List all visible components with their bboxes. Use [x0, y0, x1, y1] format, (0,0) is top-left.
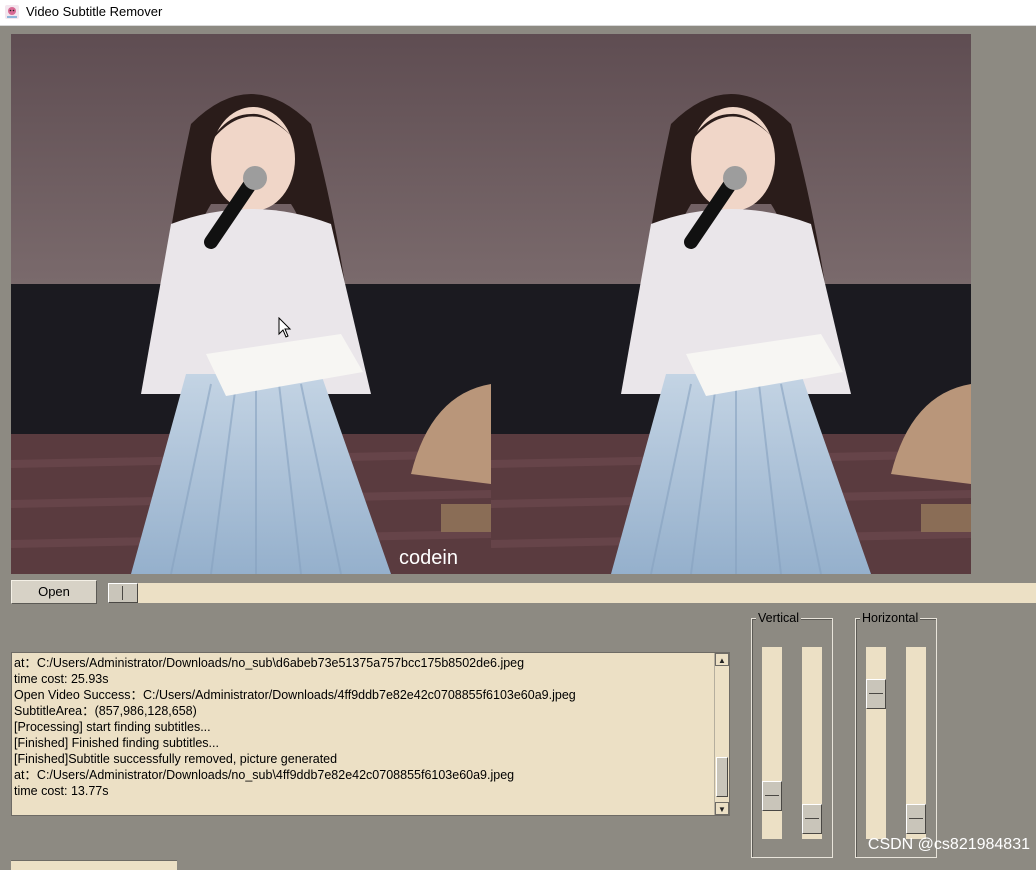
vertical-slider-1-thumb[interactable]	[762, 781, 782, 811]
log-line: [Finished] Finished finding subtitles...	[14, 736, 219, 750]
log-output[interactable]: at：C:/Users/Administrator/Downloads/no_s…	[11, 652, 730, 816]
window-title: Video Subtitle Remover	[26, 4, 163, 19]
horizontal-slider-1[interactable]	[866, 647, 886, 839]
vertical-slider-2[interactable]	[802, 647, 822, 839]
horizontal-group: Horizontal	[855, 611, 937, 858]
title-bar: Video Subtitle Remover	[0, 0, 1036, 26]
horizontal-slider-2-thumb[interactable]	[906, 804, 926, 834]
vertical-group: Vertical	[751, 611, 833, 858]
bottom-panel-edge	[11, 860, 177, 870]
app-icon	[5, 5, 19, 19]
scroll-down-arrow-icon[interactable]: ▼	[715, 802, 729, 815]
log-line: Open Video Success：C:/Users/Administrato…	[14, 688, 576, 702]
vertical-slider-2-thumb[interactable]	[802, 804, 822, 834]
original-frame: codein	[11, 34, 491, 574]
log-line: SubtitleArea：(857,986,128,658)	[14, 704, 197, 718]
log-line: time cost: 25.93s	[14, 672, 109, 686]
processed-frame	[491, 34, 971, 574]
watermark: CSDN @cs821984831	[867, 836, 1030, 853]
log-line: at：C:/Users/Administrator/Downloads/no_s…	[14, 656, 525, 670]
horizontal-slider-2[interactable]	[906, 647, 926, 839]
vertical-group-label: Vertical	[756, 611, 801, 625]
logo-text: codein	[399, 547, 458, 569]
log-line: [Processing] start finding subtitles...	[14, 720, 211, 734]
open-button[interactable]: Open	[11, 580, 97, 604]
log-scroll-thumb[interactable]	[716, 757, 728, 797]
log-scrollbar[interactable]: ▲ ▼	[714, 653, 729, 815]
log-lines: at：C:/Users/Administrator/Downloads/no_s…	[14, 655, 714, 799]
vertical-slider-1[interactable]	[762, 647, 782, 839]
log-line: time cost: 13.77s	[14, 784, 109, 798]
log-line: at：C:/Users/Administrator/Downloads/no_s…	[14, 768, 515, 782]
horizontal-group-label: Horizontal	[860, 611, 921, 625]
progress-slider-thumb[interactable]	[108, 583, 138, 603]
horizontal-slider-1-thumb[interactable]	[866, 679, 886, 709]
mouse-cursor-icon	[278, 317, 292, 338]
log-line: [Finished]Subtitle successfully removed,…	[14, 752, 338, 766]
scroll-up-arrow-icon[interactable]: ▲	[715, 653, 729, 666]
video-progress-slider[interactable]	[108, 583, 1036, 603]
